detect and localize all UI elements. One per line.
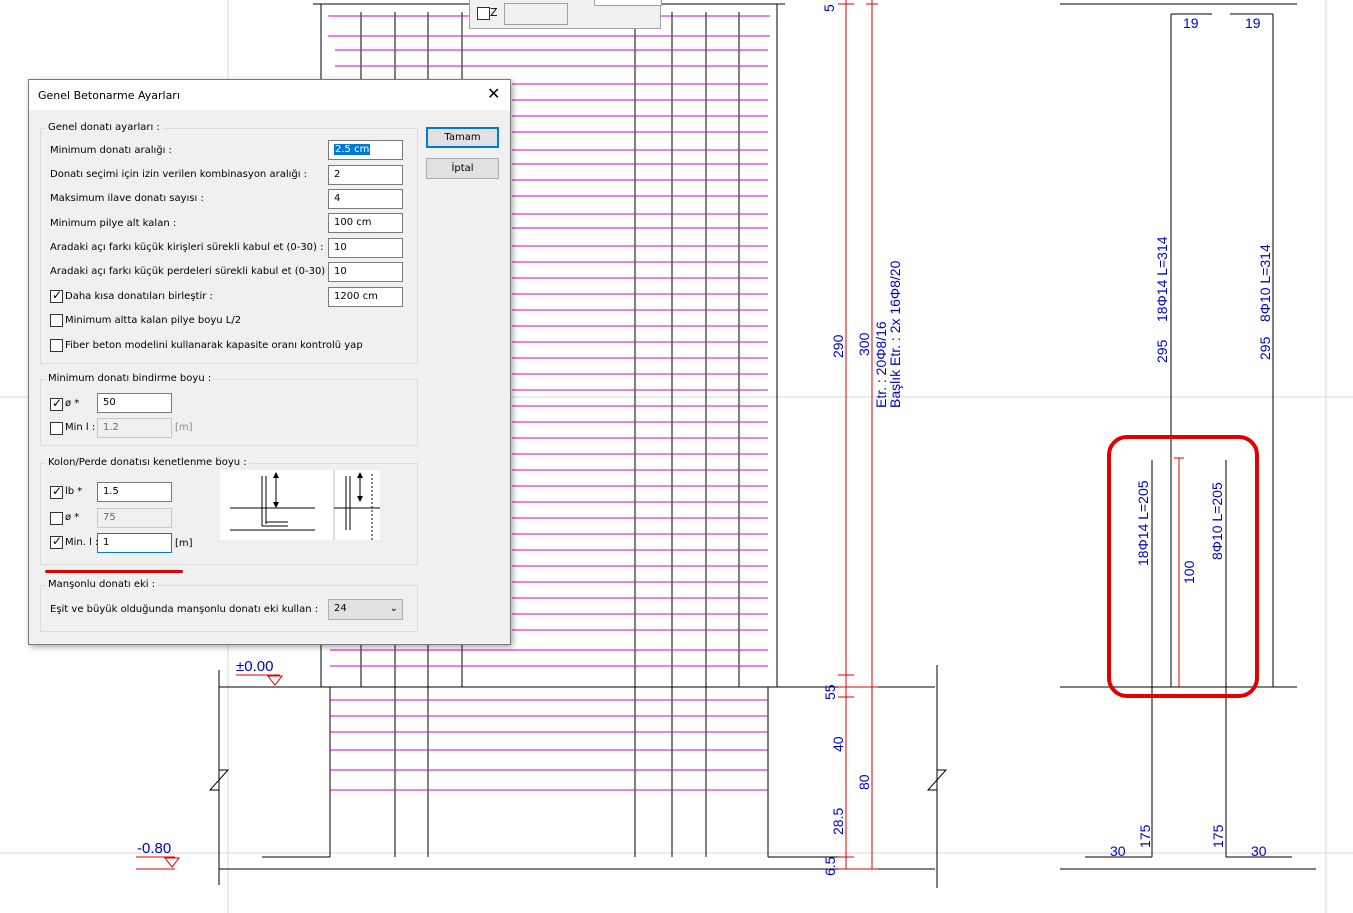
min-spacing-value: 2.5 cm [334,144,371,155]
wall-diff-input[interactable]: 10 [328,262,403,282]
dim-80: 80 [856,774,872,790]
anchor-minl-input[interactable]: 1 [97,533,172,553]
anchor-minl-checkbox[interactable] [50,534,63,549]
anchor-minl-unit: [m] [175,538,193,549]
dim-5: 5 [821,4,837,12]
lap-minl-unit: [m] [175,422,193,433]
beam-diff-label: Aradaki açı farkı küçük kirişleri sürekl… [50,242,324,253]
anchor-phi-input[interactable]: 75 [97,508,172,528]
dim-40: 40 [830,736,846,752]
max-extra-label: Maksimum ilave donatı sayısı : [50,193,204,204]
anchor-minl-label: Min. l : [65,537,99,548]
bar-label-left-upper: 18Φ14 L=314 [1154,236,1170,322]
settings-dialog: Genel Betonarme Ayarları ✕ Tamam İptal G… [28,79,511,645]
top-toolbar-panel: Z [469,0,662,29]
cancel-button[interactable]: İptal [426,158,499,179]
ok-button[interactable]: Tamam [426,127,499,148]
dim-6-5: 6.5 [822,856,838,876]
lap-minl-label: Min l : [65,422,96,433]
merge-short-input[interactable]: 1200 cm [328,287,403,307]
bottom-len-right: 175 [1210,824,1226,848]
dim-28-5: 28.5 [830,808,846,835]
z-checkbox[interactable] [477,7,490,20]
dim-290: 290 [830,334,846,358]
merge-short-label: Daha kısa donatıları birleştir : [65,291,213,302]
combo-range-input[interactable]: 2 [328,165,403,185]
hook-left: 30 [1110,843,1126,859]
chevron-down-icon: ⌄ [389,603,398,614]
anchor-lb-checkbox[interactable] [50,484,63,499]
coupler-select[interactable]: 24 ⌄ [328,599,403,620]
hook-right: 30 [1251,843,1267,859]
dialog-title: Genel Betonarme Ayarları [38,89,180,102]
anchor-group-legend: Kolon/Perde donatısı kenetlenme boyu : [46,457,249,468]
min-pile-input[interactable]: 100 cm [328,213,403,233]
anchor-dim: 100 [1181,560,1197,584]
len-right-upper: 295 [1257,336,1273,360]
coupler-select-value: 24 [334,603,347,614]
level-zero: ±0.00 [236,658,273,675]
lap-group-legend: Minimum donatı bindirme boyu : [46,373,214,384]
dialog-titlebar[interactable]: Genel Betonarme Ayarları ✕ [29,80,510,110]
coupler-group-legend: Manşonlu donatı eki : [46,579,158,590]
coupler-label: Eşit ve büyük olduğunda manşonlu donatı … [50,604,319,615]
min-spacing-label: Minimum donatı aralığı : [50,145,172,156]
combo-range-label: Donatı seçimi için izin verilen kombinas… [50,169,308,180]
lap-phi-label: ø * [65,398,80,409]
level-markers [163,675,284,868]
anchor-preview-image [220,470,380,540]
bottom-len-left: 175 [1137,824,1153,848]
general-group-legend: Genel donatı ayarları : [46,122,162,133]
beam-diff-input[interactable]: 10 [328,238,403,258]
z-checkbox-label: Z [490,6,498,19]
lap-phi-input[interactable]: 50 [97,393,172,413]
min-pile-label: Minimum pilye alt kalan : [50,218,177,229]
red-underline-annotation [45,570,183,573]
anchor-lb-label: lb * [65,486,83,497]
len-left-upper: 295 [1154,339,1170,363]
anchor-phi-label: ø * [65,512,80,523]
z-field[interactable] [504,3,568,25]
lap-phi-checkbox[interactable] [50,396,63,411]
merge-short-checkbox[interactable] [50,288,63,303]
top-field[interactable] [594,0,662,6]
anchor-phi-checkbox[interactable] [50,512,63,525]
anchor-lb-input[interactable]: 1.5 [97,482,172,502]
dim-55: 55 [822,684,838,700]
fiber-checkbox[interactable] [50,339,63,352]
bar-label-right-lower: 8Φ10 L=205 [1209,482,1225,560]
close-icon[interactable]: ✕ [487,84,500,103]
header-stirrup-label: Başlık Etr. : 2x 16Φ8/20 [887,260,903,408]
level-bottom: -0.80 [137,840,171,857]
min-pile-half-checkbox[interactable] [50,314,63,327]
lap-minl-checkbox[interactable] [50,422,63,435]
top-dim-right: 19 [1245,15,1261,31]
fiber-label: Fiber beton modelini kullanarak kapasite… [65,340,363,351]
dim-300: 300 [856,332,872,356]
lap-minl-input[interactable]: 1.2 [97,418,172,438]
min-pile-half-label: Minimum altta kalan pilye boyu L/2 [65,315,242,326]
bar-label-left-lower: 18Φ14 L=205 [1135,480,1151,566]
top-dim-left: 19 [1183,15,1199,31]
max-extra-input[interactable]: 4 [328,189,403,209]
wall-diff-label: Aradaki açı farkı küçük perdeleri sürekl… [50,266,332,277]
min-spacing-input[interactable]: 2.5 cm [328,140,403,160]
bar-label-right-upper: 8Φ10 L=314 [1257,244,1273,322]
